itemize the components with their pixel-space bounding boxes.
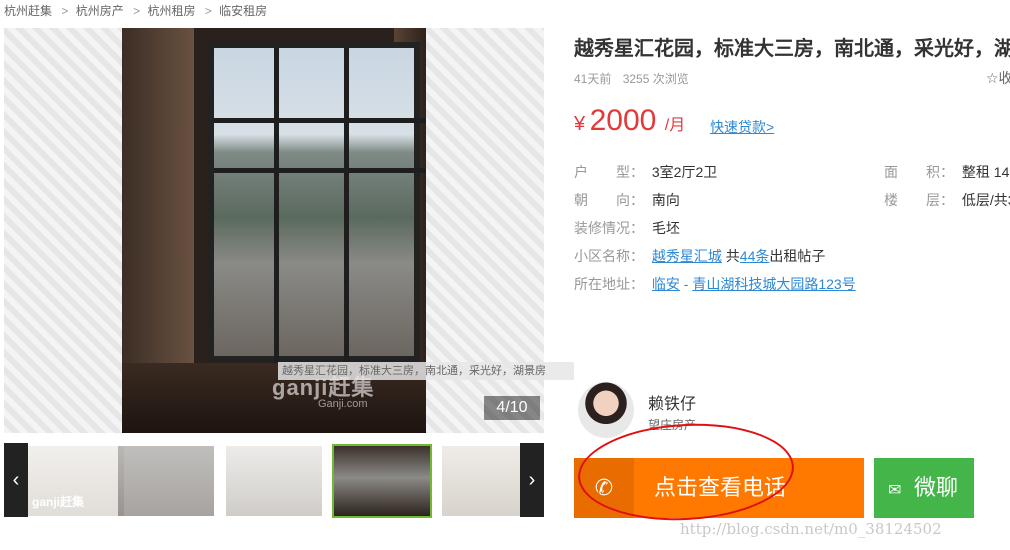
view-phone-button[interactable]: ✆ 点击查看电话 xyxy=(574,458,864,518)
thumbnail[interactable] xyxy=(226,446,322,516)
community-posts-suffix: 出租帖子 xyxy=(769,248,826,264)
info-value: 南向 xyxy=(651,192,680,208)
community-posts-link[interactable]: 44条 xyxy=(740,248,770,264)
info-value: 3室2厅2卫 xyxy=(651,164,718,180)
info-value: 毛坯 xyxy=(651,220,680,236)
phone-icon: ✆ xyxy=(574,458,634,518)
info-value: 低层/共3 xyxy=(961,192,1010,208)
info-label: 面 积： xyxy=(884,164,954,180)
avatar[interactable] xyxy=(578,382,634,438)
address-separator: - xyxy=(679,276,693,292)
street-link[interactable]: 青山湖科技城大园路123号 xyxy=(692,276,855,292)
thumbnail-watermark: ganji赶集 xyxy=(32,495,85,509)
info-label: 户 型： xyxy=(574,164,644,180)
info-label: 楼 层： xyxy=(884,192,954,208)
view-count: 3255 次浏览 xyxy=(622,72,689,86)
community-link[interactable]: 越秀星汇城 xyxy=(652,248,722,264)
photo-counter: 4/10 xyxy=(484,396,540,420)
thumbnail[interactable] xyxy=(442,446,520,516)
info-row-area: 面 积： 整租 14 xyxy=(884,162,1010,182)
thumbnail-active[interactable] xyxy=(332,444,432,518)
info-row-layout: 户 型： 3室2厅2卫 xyxy=(574,162,717,182)
breadcrumb-item-hangzhou-property[interactable]: 杭州房产 xyxy=(76,4,124,18)
view-phone-label: 点击查看电话 xyxy=(654,475,787,500)
chat-bubble-icon: ✉ xyxy=(888,482,902,499)
chevron-left-icon[interactable]: ‹ xyxy=(4,443,28,517)
info-row-address: 所在地址： 临安 - 青山湖科技城大园路123号 xyxy=(574,274,856,294)
breadcrumb-separator: > xyxy=(204,4,212,18)
breadcrumb-item-hangzhou-rental[interactable]: 杭州租房 xyxy=(147,4,195,18)
price-unit: /月 xyxy=(664,117,686,134)
info-label: 朝 向： xyxy=(574,192,644,208)
thumbnail-strip: ‹ ganji赶集 › xyxy=(4,443,544,518)
chevron-right-icon[interactable]: › xyxy=(520,443,544,517)
wechat-label: 微聊 xyxy=(914,475,959,500)
quick-loan-link[interactable]: 快速贷款> xyxy=(710,117,774,137)
info-row-community: 小区名称： 越秀星汇城 共44条出租帖子 xyxy=(574,246,825,266)
listing-title: 越秀星汇花园，标准大三房，南北通，采光好，湖 xyxy=(574,38,1010,60)
info-label: 小区名称： xyxy=(574,248,644,264)
info-row-floor: 楼 层： 低层/共3 xyxy=(884,190,1010,210)
info-label: 所在地址： xyxy=(574,276,644,292)
breadcrumb-item-linan-rental[interactable]: 临安租房 xyxy=(219,4,267,18)
info-label: 装修情况： xyxy=(574,220,644,236)
info-row-orientation: 朝 向： 南向 xyxy=(574,190,680,210)
price-row: ¥ 2000 /月 xyxy=(574,104,685,138)
photo-window xyxy=(208,42,426,368)
listing-meta: 41天前 3255 次浏览 xyxy=(574,70,697,87)
photo-watermark-sub: Ganji.com xyxy=(318,398,368,410)
district-link[interactable]: 临安 xyxy=(652,276,680,292)
thumbnail[interactable] xyxy=(118,446,214,516)
agent-company: 望庄房产 xyxy=(648,418,697,432)
blog-watermark: http://blog.csdn.net/m0_38124502 xyxy=(680,520,942,538)
wechat-chat-button[interactable]: ✉ 微聊 xyxy=(874,458,974,518)
info-row-decoration: 装修情况： 毛坯 xyxy=(574,218,680,238)
thumbnail[interactable]: ganji赶集 xyxy=(28,446,124,516)
breadcrumb-separator: > xyxy=(61,4,69,18)
breadcrumb: 杭州赶集 > 杭州房产 > 杭州租房 > 临安租房 xyxy=(4,2,267,19)
community-posts-prefix: 共 xyxy=(721,248,740,264)
posted-time: 41天前 xyxy=(574,72,612,86)
favorite-button[interactable]: ☆收 xyxy=(986,68,1010,88)
breadcrumb-item-hangzhou-ganji[interactable]: 杭州赶集 xyxy=(4,4,52,18)
breadcrumb-separator: > xyxy=(133,4,141,18)
price-currency: ¥ xyxy=(574,113,586,135)
price-value: 2000 xyxy=(589,104,657,137)
photo-caption: 越秀星汇花园，标准大三房，南北通，采光好，湖景房 xyxy=(278,362,574,380)
info-value: 整租 14 xyxy=(961,164,1010,180)
agent-name[interactable]: 赖铁仔 xyxy=(648,390,696,414)
